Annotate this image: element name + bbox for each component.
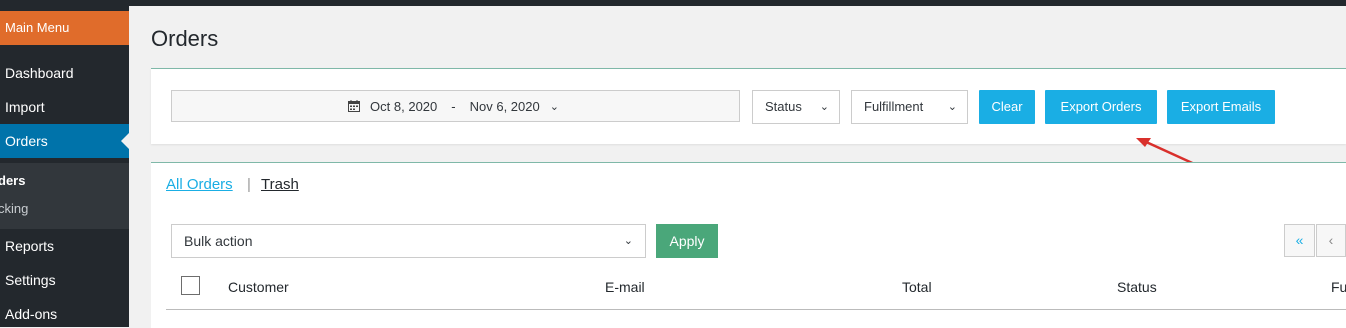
export-emails-button[interactable]: Export Emails — [1167, 90, 1275, 124]
admin-top-bar — [0, 0, 1346, 6]
sidebar-item-orders[interactable]: Orders — [0, 124, 129, 158]
status-select-label: Status — [765, 99, 802, 114]
sidebar-item-reports[interactable]: Reports — [0, 235, 129, 257]
main-menu-button[interactable]: Main Menu — [0, 11, 129, 45]
calendar-icon — [348, 100, 361, 112]
sidebar-item-addons[interactable]: Add-ons — [0, 303, 129, 325]
sidebar-item-settings[interactable]: Settings — [0, 269, 129, 291]
apply-button[interactable]: Apply — [656, 224, 718, 258]
date-separator: - — [451, 98, 456, 114]
view-trash-link[interactable]: Trash — [261, 176, 299, 193]
table-header-divider — [166, 309, 1346, 310]
page-title: Orders — [151, 26, 219, 51]
prev-page-button[interactable]: ‹ — [1316, 224, 1346, 257]
sidebar: Main Menu Dashboard Import Orders ders c… — [0, 6, 129, 327]
date-to: Nov 6, 2020 — [469, 98, 540, 114]
orders-panel: All Orders | Trash Bulk action ⌄ Apply «… — [151, 162, 1346, 328]
date-from: Oct 8, 2020 — [370, 98, 438, 114]
date-range-picker[interactable]: Oct 8, 2020 - Nov 6, 2020 ⌄ — [171, 90, 740, 122]
chevron-down-icon: ⌄ — [623, 235, 633, 247]
orders-submenu: ders cking — [0, 163, 129, 229]
first-page-button[interactable]: « — [1284, 224, 1315, 257]
column-header-status[interactable]: Status — [1117, 279, 1157, 295]
sidebar-item-dashboard[interactable]: Dashboard — [0, 62, 129, 84]
submenu-item-tracking[interactable]: cking — [0, 201, 28, 216]
sidebar-item-import[interactable]: Import — [0, 96, 129, 118]
bulk-action-select[interactable]: Bulk action ⌄ — [171, 224, 646, 258]
chevron-down-icon: ⌄ — [819, 101, 829, 113]
view-separator: | — [247, 176, 251, 193]
select-all-checkbox[interactable] — [181, 276, 200, 295]
export-orders-button[interactable]: Export Orders — [1045, 90, 1157, 124]
clear-button[interactable]: Clear — [979, 90, 1035, 124]
fulfillment-select-label: Fulfillment — [864, 99, 924, 114]
view-all-orders-link[interactable]: All Orders — [166, 176, 233, 193]
fulfillment-select[interactable]: Fulfillment ⌄ — [851, 90, 968, 124]
status-select[interactable]: Status ⌄ — [752, 90, 840, 124]
column-header-total[interactable]: Total — [902, 279, 932, 295]
submenu-item-orders[interactable]: ders — [0, 173, 25, 188]
chevron-down-icon: ⌄ — [947, 101, 957, 113]
column-header-fulfillment[interactable]: Fu — [1331, 279, 1346, 295]
chevron-down-icon: ⌄ — [549, 100, 559, 113]
bulk-action-label: Bulk action — [184, 233, 253, 249]
column-header-email[interactable]: E-mail — [605, 279, 645, 295]
column-header-customer[interactable]: Customer — [228, 279, 289, 295]
